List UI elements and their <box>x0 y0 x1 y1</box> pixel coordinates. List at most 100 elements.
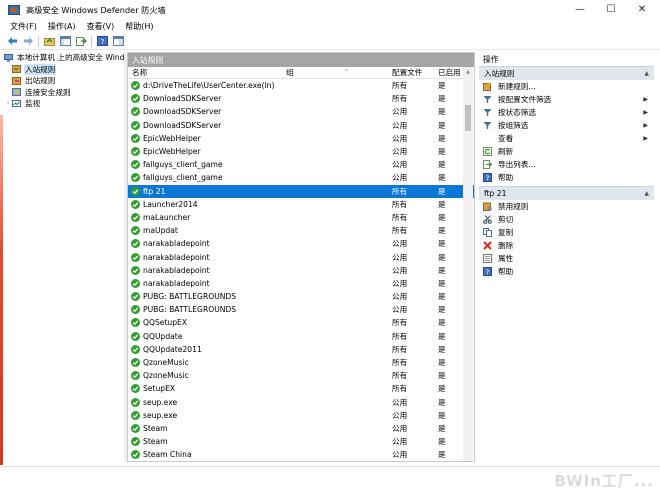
rule-name: QzoneMusic <box>143 371 189 381</box>
export-icon[interactable] <box>75 35 87 47</box>
table-row[interactable]: ftp 21 所有 是 <box>128 184 474 198</box>
action-item[interactable]: 属性 <box>479 252 654 265</box>
column-group[interactable]: 组 <box>286 67 294 78</box>
table-row[interactable]: QzoneMusic 所有 是 <box>128 369 474 382</box>
rule-enabled-icon <box>131 265 140 275</box>
column-name[interactable]: 名称 <box>132 67 147 78</box>
actions-section-selected-rule[interactable]: ftp 21 ▲ <box>479 186 654 200</box>
rule-enabled: 是 <box>438 81 446 91</box>
rule-name-cell: SetupEX <box>131 384 176 394</box>
table-row[interactable]: DownloadSDKServer 所有 是 <box>128 92 474 105</box>
table-row[interactable]: narakabladepoint 公用 是 <box>128 277 474 290</box>
action-label: 按配置文件筛选 <box>498 95 552 104</box>
action-item[interactable]: 按组筛选 ▶ <box>479 119 654 132</box>
rule-name-cell: Steam <box>131 423 168 433</box>
rule-name: seup.exe <box>143 397 178 407</box>
disable-rule-icon <box>483 202 492 211</box>
help-icon[interactable]: ? <box>96 35 108 47</box>
table-row[interactable]: seup.exe 公用 是 <box>128 409 474 422</box>
show-hide-tree-icon[interactable] <box>59 35 71 47</box>
tree-item-connection-security-rules[interactable]: 连接安全规则 <box>4 87 124 99</box>
minimize-button[interactable]: — <box>566 0 594 19</box>
action-item[interactable]: 新建规则... <box>479 80 654 93</box>
rule-name-cell: narakabladepoint <box>131 265 210 275</box>
table-row[interactable]: QQSetupEX 所有 是 <box>128 316 474 329</box>
table-row[interactable]: fallguys_client_game 公用 是 <box>128 171 474 184</box>
rule-enabled: 是 <box>438 186 446 196</box>
vertical-scrollbar[interactable]: ▲ <box>463 67 473 461</box>
properties-icon <box>483 254 492 263</box>
action-item[interactable]: 删除 <box>479 239 654 252</box>
tree-item-outbound-rules[interactable]: 出站规则 <box>4 75 124 87</box>
action-item[interactable]: 按配置文件筛选 ▶ <box>479 93 654 106</box>
action-item[interactable]: 剪切 <box>479 213 654 226</box>
table-row[interactable]: fallguys_client_game 公用 是 <box>128 158 474 171</box>
table-row[interactable]: QQUpdate2011 所有 是 <box>128 343 474 356</box>
table-row[interactable]: DownloadSDKServer 公用 是 <box>128 119 474 132</box>
table-row[interactable]: SetupEX 所有 是 <box>128 382 474 395</box>
folder-up-icon[interactable] <box>43 35 55 47</box>
table-row[interactable]: Steam 公用 是 <box>128 422 474 435</box>
column-header-row: 名称 组 ^ 配置文件 已启用 <box>128 67 474 79</box>
rule-name: SetupEX <box>143 384 176 394</box>
action-item[interactable]: ? 帮助 <box>479 265 654 278</box>
table-row[interactable]: EpicWebHelper 公用 是 <box>128 132 474 145</box>
rule-enabled: 是 <box>438 358 446 368</box>
column-enabled[interactable]: 已启用 <box>438 67 461 78</box>
table-row[interactable]: EpicWebHelper 公用 是 <box>128 145 474 158</box>
table-row[interactable]: QzoneMusic 所有 是 <box>128 356 474 369</box>
scroll-thumb[interactable] <box>465 105 471 131</box>
rule-name-cell: Launcher2014 <box>131 199 198 209</box>
tree-root[interactable]: 本地计算机 上的高级安全 Windows Defender 防火墙 <box>4 52 124 64</box>
tree-item-monitoring[interactable]: › 监视 <box>4 98 124 110</box>
action-item[interactable]: 刷新 <box>479 145 654 158</box>
table-row[interactable]: Launcher2014 所有 是 <box>128 198 474 211</box>
column-profile[interactable]: 配置文件 <box>392 67 422 78</box>
rule-profile: 所有 <box>392 94 408 104</box>
action-item[interactable]: 导出列表... <box>479 158 654 171</box>
expand-chevron-icon[interactable]: › <box>4 100 12 107</box>
console-tree: 本地计算机 上的高级安全 Windows Defender 防火墙 入站规则 出… <box>4 52 124 456</box>
rule-enabled: 是 <box>438 239 446 249</box>
collapse-arrow-icon[interactable]: ▲ <box>644 70 649 77</box>
action-item[interactable]: 查看 ▶ <box>479 132 654 145</box>
action-item[interactable]: ? 帮助 <box>479 171 654 184</box>
table-row[interactable]: PUBG: BATTLEGROUNDS 公用 是 <box>128 303 474 316</box>
menu-view[interactable]: 查看(V) <box>87 21 115 32</box>
close-button[interactable]: ✕ <box>628 0 656 19</box>
table-row[interactable]: narakabladepoint 公用 是 <box>128 264 474 277</box>
table-row[interactable]: narakabladepoint 公用 是 <box>128 237 474 250</box>
action-item[interactable]: 复制 <box>479 226 654 239</box>
tree-item-inbound-rules[interactable]: 入站规则 <box>4 63 124 76</box>
rule-name: QQUpdate <box>143 331 183 341</box>
actions-section-inbound[interactable]: 入站规则 ▲ <box>479 66 654 80</box>
table-row[interactable]: Steam 公用 是 <box>128 435 474 448</box>
table-row[interactable]: seup.exe 公用 是 <box>128 396 474 409</box>
table-row[interactable]: narakabladepoint 公用 是 <box>128 250 474 263</box>
rule-profile: 公用 <box>392 437 408 447</box>
table-row[interactable]: maLauncher 所有 是 <box>128 211 474 224</box>
collapse-arrow-icon[interactable]: ▲ <box>644 190 649 197</box>
forward-icon[interactable] <box>22 35 34 47</box>
table-row[interactable]: Steam China 公用 是 <box>128 448 474 461</box>
table-row[interactable]: DownloadSDKServer 公用 是 <box>128 105 474 118</box>
scroll-up-arrow-icon[interactable]: ▲ <box>463 67 473 77</box>
menu-file[interactable]: 文件(F) <box>10 21 37 32</box>
rule-profile: 所有 <box>392 81 408 91</box>
action-item[interactable]: 按状态筛选 ▶ <box>479 106 654 119</box>
menu-action[interactable]: 操作(A) <box>48 21 76 32</box>
menu-help[interactable]: 帮助(H) <box>125 21 153 32</box>
maximize-button[interactable]: ☐ <box>597 0 625 19</box>
table-row[interactable]: d:\DriveTheLife\UserCenter.exe(ln) 所有 是 <box>128 79 474 92</box>
rule-name-cell: EpicWebHelper <box>131 147 201 157</box>
rule-name: fallguys_client_game <box>143 160 223 170</box>
table-row[interactable]: maUpdat 所有 是 <box>128 224 474 237</box>
table-row[interactable]: PUBG: BATTLEGROUNDS 公用 是 <box>128 290 474 303</box>
rule-name-cell: narakabladepoint <box>131 278 210 288</box>
back-icon[interactable] <box>6 35 18 47</box>
action-item[interactable]: 禁用规则 <box>479 200 654 213</box>
rule-enabled: 是 <box>438 278 446 288</box>
console-pane-icon[interactable] <box>112 35 124 47</box>
rule-profile: 公用 <box>392 173 408 183</box>
table-row[interactable]: QQUpdate 所有 是 <box>128 330 474 343</box>
